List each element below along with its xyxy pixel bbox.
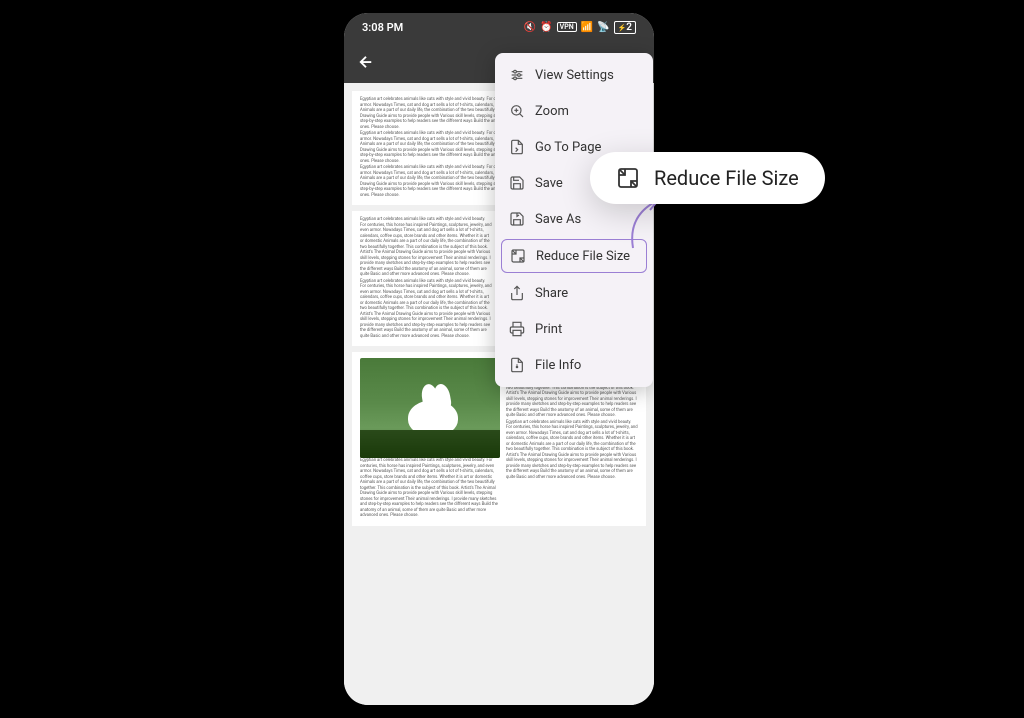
reduce-file-icon <box>510 248 526 264</box>
menu-label: File Info <box>535 358 581 373</box>
menu-label: Zoom <box>535 104 569 119</box>
menu-share[interactable]: Share <box>495 275 653 311</box>
menu-label: Reduce File Size <box>536 249 630 264</box>
menu-label: Save <box>535 176 563 191</box>
menu-view-settings[interactable]: View Settings <box>495 57 653 93</box>
battery-icon: ⚡2 <box>614 21 636 34</box>
menu-label: Share <box>535 286 568 301</box>
save-as-icon <box>509 211 525 227</box>
connector-arrow <box>623 198 663 248</box>
menu-file-info[interactable]: File Info <box>495 347 653 383</box>
back-button[interactable] <box>356 52 376 72</box>
status-time: 3:08 PM <box>362 21 403 34</box>
rabbit-image <box>360 358 500 458</box>
vpn-badge: VPN <box>557 22 577 32</box>
menu-label: Go To Page <box>535 140 601 155</box>
alarm-icon: ⏰ <box>540 22 552 33</box>
menu-label: Save As <box>535 212 581 227</box>
status-icons: 🔇 ⏰ VPN 📶 📡 ⚡2 <box>524 21 636 34</box>
menu-label: Print <box>535 322 562 337</box>
status-bar: 3:08 PM 🔇 ⏰ VPN 📶 📡 ⚡2 <box>344 13 654 41</box>
mute-icon: 🔇 <box>524 22 536 33</box>
zoom-in-icon <box>509 103 525 119</box>
menu-zoom[interactable]: Zoom <box>495 93 653 129</box>
file-info-icon <box>509 357 525 373</box>
callout-label: Reduce File Size <box>654 166 799 190</box>
menu-label: View Settings <box>535 68 614 83</box>
callout-highlight: Reduce File Size <box>590 152 825 204</box>
share-icon <box>509 285 525 301</box>
wifi-icon: 📡 <box>597 22 609 33</box>
page-go-icon <box>509 139 525 155</box>
reduce-file-icon <box>616 166 640 190</box>
save-icon <box>509 175 525 191</box>
menu-print[interactable]: Print <box>495 311 653 347</box>
settings-sliders-icon <box>509 67 525 83</box>
print-icon <box>509 321 525 337</box>
signal-icon: 📶 <box>581 22 593 33</box>
